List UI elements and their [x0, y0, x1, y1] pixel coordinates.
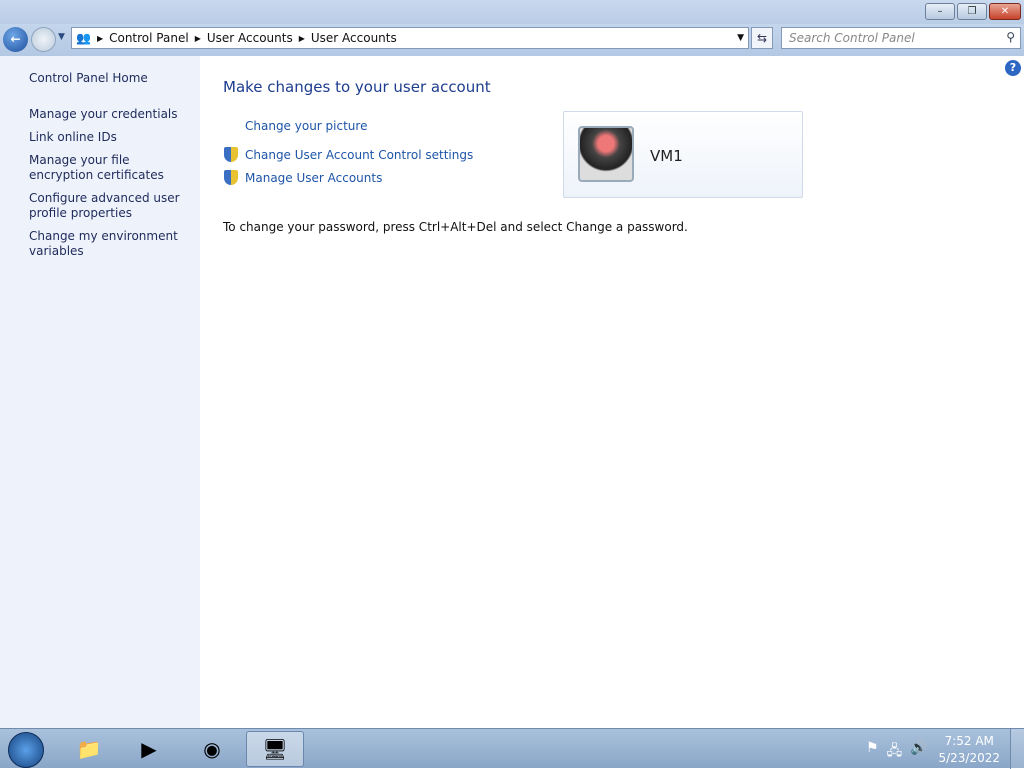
- chevron-right-icon[interactable]: ▶: [195, 34, 201, 43]
- chevron-right-icon[interactable]: ▶: [97, 34, 103, 43]
- address-bar[interactable]: 👥 ▶ Control Panel ▶ User Accounts ▶ User…: [71, 27, 749, 49]
- search-input[interactable]: Search Control Panel ⚲: [781, 27, 1021, 49]
- search-icon[interactable]: ⚲: [1006, 30, 1015, 44]
- breadcrumb-control-panel[interactable]: Control Panel: [109, 31, 189, 45]
- start-button[interactable]: [8, 732, 44, 768]
- date: 5/23/2022: [938, 751, 1000, 765]
- title-bar: – ❐ ✕: [0, 0, 1024, 24]
- explorer-taskbar-icon[interactable]: 📁: [60, 731, 118, 767]
- sidebar-link-online-ids[interactable]: Link online IDs: [29, 130, 194, 145]
- sidebar-environment-variables[interactable]: Change my environment variables: [29, 229, 194, 259]
- manage-accounts-link[interactable]: Manage User Accounts: [245, 171, 382, 185]
- system-tray: ⚑ 🖧 🔊: [866, 740, 928, 764]
- maximize-button[interactable]: ❐: [957, 3, 987, 20]
- chrome-taskbar-icon[interactable]: ◉: [183, 731, 241, 767]
- clock[interactable]: 7:52 AM 5/23/2022: [938, 733, 1000, 767]
- password-note: To change your password, press Ctrl+Alt+…: [223, 220, 688, 234]
- time: 7:52 AM: [944, 734, 994, 748]
- search-placeholder: Search Control Panel: [789, 31, 915, 45]
- breadcrumb-user-accounts[interactable]: User Accounts: [207, 31, 293, 45]
- network-icon[interactable]: 🖧: [887, 740, 903, 764]
- change-picture-link[interactable]: Change your picture: [245, 119, 367, 133]
- user-card: VM1: [563, 111, 803, 198]
- back-button[interactable]: ←: [3, 27, 28, 52]
- sidebar-advanced-profile[interactable]: Configure advanced user profile properti…: [29, 191, 194, 221]
- user-accounts-icon: 👥: [76, 31, 91, 45]
- sidebar-file-encryption[interactable]: Manage your file encryption certificates: [29, 153, 194, 183]
- sidebar-manage-credentials[interactable]: Manage your credentials: [29, 107, 194, 122]
- uac-settings-link[interactable]: Change User Account Control settings: [245, 148, 473, 162]
- media-player-taskbar-icon[interactable]: ▶: [120, 731, 178, 767]
- page-title: Make changes to your user account: [223, 78, 491, 96]
- taskbar: 📁 ▶ ◉ 🖥 ⚑ 🖧 🔊 7:52 AM 5/23/2022: [0, 728, 1024, 769]
- help-icon[interactable]: ?: [1005, 60, 1021, 76]
- main-content: ? Make changes to your user account Chan…: [200, 56, 1024, 728]
- action-center-flag-icon[interactable]: ⚑: [866, 740, 879, 764]
- minimize-button[interactable]: –: [925, 3, 955, 20]
- control-panel-taskbar-icon[interactable]: 🖥: [246, 731, 304, 767]
- forward-button[interactable]: [31, 27, 56, 52]
- recent-pages-dropdown[interactable]: ▼: [58, 32, 65, 42]
- user-picture: [578, 126, 634, 182]
- show-desktop-button[interactable]: [1010, 729, 1024, 769]
- navigation-bar: ← ▼ 👥 ▶ Control Panel ▶ User Accounts ▶ …: [0, 24, 1024, 56]
- user-name: VM1: [650, 147, 683, 165]
- sidebar-control-panel-home[interactable]: Control Panel Home: [29, 71, 194, 86]
- refresh-button[interactable]: ⇆: [751, 27, 773, 49]
- sidebar: Control Panel Home Manage your credentia…: [0, 56, 200, 728]
- chevron-right-icon[interactable]: ▶: [299, 34, 305, 43]
- breadcrumb-user-accounts-current[interactable]: User Accounts: [311, 31, 397, 45]
- volume-icon[interactable]: 🔊: [910, 740, 927, 764]
- shield-icon: [224, 147, 238, 162]
- shield-icon: [224, 170, 238, 185]
- close-button[interactable]: ✕: [989, 3, 1021, 20]
- address-dropdown-icon[interactable]: ▼: [737, 33, 744, 43]
